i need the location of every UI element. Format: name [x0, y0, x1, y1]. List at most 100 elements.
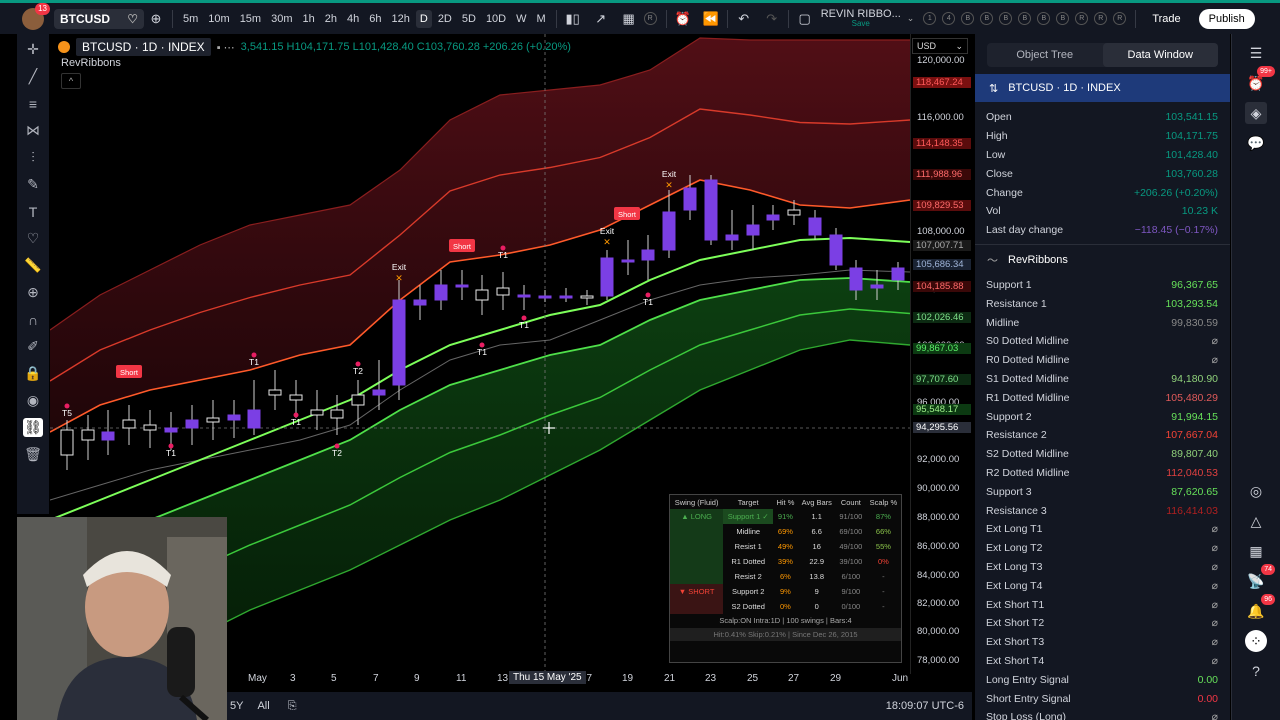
- brush-icon[interactable]: ✎: [23, 175, 43, 194]
- currency-label: USD: [917, 41, 937, 51]
- interval-5D[interactable]: 5D: [458, 10, 480, 28]
- indicator-legend-name[interactable]: RevRibbons: [61, 57, 121, 69]
- compare-icon[interactable]: ♡: [127, 12, 138, 26]
- heart-icon[interactable]: ♡: [23, 229, 43, 248]
- currency-selector[interactable]: USD ⌄: [912, 38, 968, 54]
- interval-12h[interactable]: 12h: [388, 10, 414, 28]
- trash-icon[interactable]: 🗑: [23, 445, 43, 464]
- stats-cell-side: ▼ SHORT: [670, 584, 724, 599]
- signal-short: Short: [614, 207, 640, 220]
- layout-shortcut[interactable]: R: [1075, 12, 1089, 25]
- undo-icon[interactable]: ↶: [734, 9, 754, 29]
- eye-icon[interactable]: ◉: [23, 391, 43, 410]
- range-5y[interactable]: 5Y: [230, 700, 243, 712]
- layout-name-button[interactable]: REVIN RIBBO... Save: [821, 9, 901, 29]
- publish-button[interactable]: Publish: [1198, 8, 1255, 29]
- zoom-icon[interactable]: ⊕: [23, 283, 43, 302]
- interval-6h[interactable]: 6h: [365, 10, 385, 28]
- candle: [496, 272, 510, 310]
- replay-badge[interactable]: R: [643, 12, 657, 25]
- watchlist-icon[interactable]: ☰: [1245, 42, 1267, 64]
- forecast-icon[interactable]: ⫶: [23, 148, 43, 167]
- add-symbol-icon[interactable]: ⊕: [146, 9, 166, 29]
- alerts-icon[interactable]: ⏰ 99+: [1245, 66, 1275, 94]
- collapse-legend-button[interactable]: ^: [61, 73, 81, 89]
- link-icon[interactable]: ⛓: [23, 418, 43, 437]
- interval-2h[interactable]: 2h: [321, 10, 341, 28]
- data-row: S2 Dotted Midline 89,807.40: [975, 445, 1230, 464]
- interval-M[interactable]: M: [533, 10, 550, 28]
- chat-icon[interactable]: 💬: [1245, 132, 1267, 154]
- interval-10m[interactable]: 10m: [204, 10, 233, 28]
- interval-W[interactable]: W: [512, 10, 530, 28]
- interval-1h[interactable]: 1h: [299, 10, 319, 28]
- layout-shortcut[interactable]: B: [1037, 12, 1051, 25]
- layout-shortcut[interactable]: B: [961, 12, 975, 25]
- user-avatar[interactable]: 13: [22, 3, 50, 30]
- range-all[interactable]: All: [257, 700, 269, 712]
- ideas-icon[interactable]: △: [1245, 510, 1267, 532]
- signal-label: T1: [249, 357, 259, 367]
- tab-object-tree[interactable]: Object Tree: [987, 43, 1103, 67]
- data-row: Support 3 87,620.65: [975, 482, 1230, 501]
- layout-shortcut[interactable]: B: [999, 12, 1013, 25]
- data-row-label: Last day change: [986, 224, 1064, 237]
- apps-grid-icon[interactable]: ⁘: [1245, 630, 1267, 652]
- layout-shortcut[interactable]: 4: [942, 12, 956, 25]
- interval-10D[interactable]: 10D: [482, 10, 510, 28]
- candle: [455, 270, 469, 300]
- streams-icon[interactable]: 📡 74: [1245, 564, 1275, 592]
- data-row-value: 104,171.75: [1165, 130, 1218, 143]
- legend-more-icon[interactable]: ▪ ⋯: [217, 41, 235, 54]
- stats-cell-bars: 6.6: [811, 527, 822, 536]
- layout-icon[interactable]: ▢: [795, 9, 815, 29]
- layout-shortcut[interactable]: R: [1094, 12, 1108, 25]
- replay-icon[interactable]: ⏪: [701, 9, 721, 29]
- interval-4h[interactable]: 4h: [343, 10, 363, 28]
- trendline-icon[interactable]: ╱: [23, 67, 43, 86]
- crosshair-icon[interactable]: ✛: [23, 40, 43, 59]
- notifications-icon[interactable]: 🔔 96: [1245, 594, 1275, 622]
- pattern-icon[interactable]: ⋈: [23, 121, 43, 140]
- calendar-icon[interactable]: ▦: [1245, 540, 1267, 562]
- date-range-icon[interactable]: ⎘: [288, 700, 297, 713]
- fib-icon[interactable]: ≡: [23, 94, 43, 113]
- help-icon[interactable]: ?: [1245, 660, 1267, 682]
- interval-30m[interactable]: 30m: [267, 10, 296, 28]
- price-axis[interactable]: 120,000.00116,000.00112,000.00108,000.00…: [910, 34, 972, 674]
- layout-shortcut[interactable]: B: [1056, 12, 1070, 25]
- candles-icon[interactable]: ▮▯: [563, 9, 583, 29]
- interval-15m[interactable]: 15m: [236, 10, 265, 28]
- layers-icon[interactable]: ◈: [1245, 102, 1267, 124]
- time-axis[interactable]: May 3 5 7 9 11 13 17 19 21 23 25 27 29 Jun Thu 15 May '…: [226, 671, 910, 690]
- stats-cell-bars: 22.9: [809, 557, 825, 566]
- magnet-icon[interactable]: ∩: [23, 310, 43, 329]
- alert-icon[interactable]: ⏰: [673, 9, 693, 29]
- symbol-search[interactable]: BTCUSD ♡: [54, 8, 144, 29]
- pencil-lock-icon[interactable]: ✐: [23, 337, 43, 356]
- data-row: Change +206.26 (+0.20%): [975, 183, 1230, 202]
- interval-D[interactable]: D: [415, 9, 432, 28]
- redo-icon[interactable]: ↷: [762, 9, 782, 29]
- interval-2D[interactable]: 2D: [434, 10, 456, 28]
- tab-data-window[interactable]: Data Window: [1102, 43, 1218, 67]
- clock-label[interactable]: 18:09:07 UTC-6: [886, 700, 964, 712]
- layout-shortcut[interactable]: 1: [923, 12, 937, 25]
- trade-button[interactable]: Trade: [1142, 9, 1190, 29]
- toolbar-divider: [665, 9, 667, 28]
- chevron-down-icon[interactable]: ⌄: [907, 13, 915, 24]
- interval-5m[interactable]: 5m: [179, 10, 202, 28]
- layout-shortcut[interactable]: B: [980, 12, 994, 25]
- templates-icon[interactable]: ▦: [619, 9, 639, 29]
- data-window-title[interactable]: ⇅ BTCUSD · 1D · INDEX: [975, 74, 1230, 102]
- target-icon[interactable]: ◎: [1245, 480, 1267, 502]
- legend-symbol[interactable]: BTCUSD · 1D · INDEX: [76, 38, 211, 56]
- text-icon[interactable]: T: [23, 202, 43, 221]
- time-tick: 23: [705, 673, 717, 684]
- ruler-icon[interactable]: 📏: [23, 256, 43, 275]
- indicators-icon[interactable]: ↗: [591, 9, 611, 29]
- indicator-section-header[interactable]: 〜 RevRibbons: [975, 243, 1230, 276]
- lock-icon[interactable]: 🔒: [23, 364, 43, 383]
- layout-shortcut[interactable]: B: [1018, 12, 1032, 25]
- layout-shortcut[interactable]: R: [1113, 12, 1127, 25]
